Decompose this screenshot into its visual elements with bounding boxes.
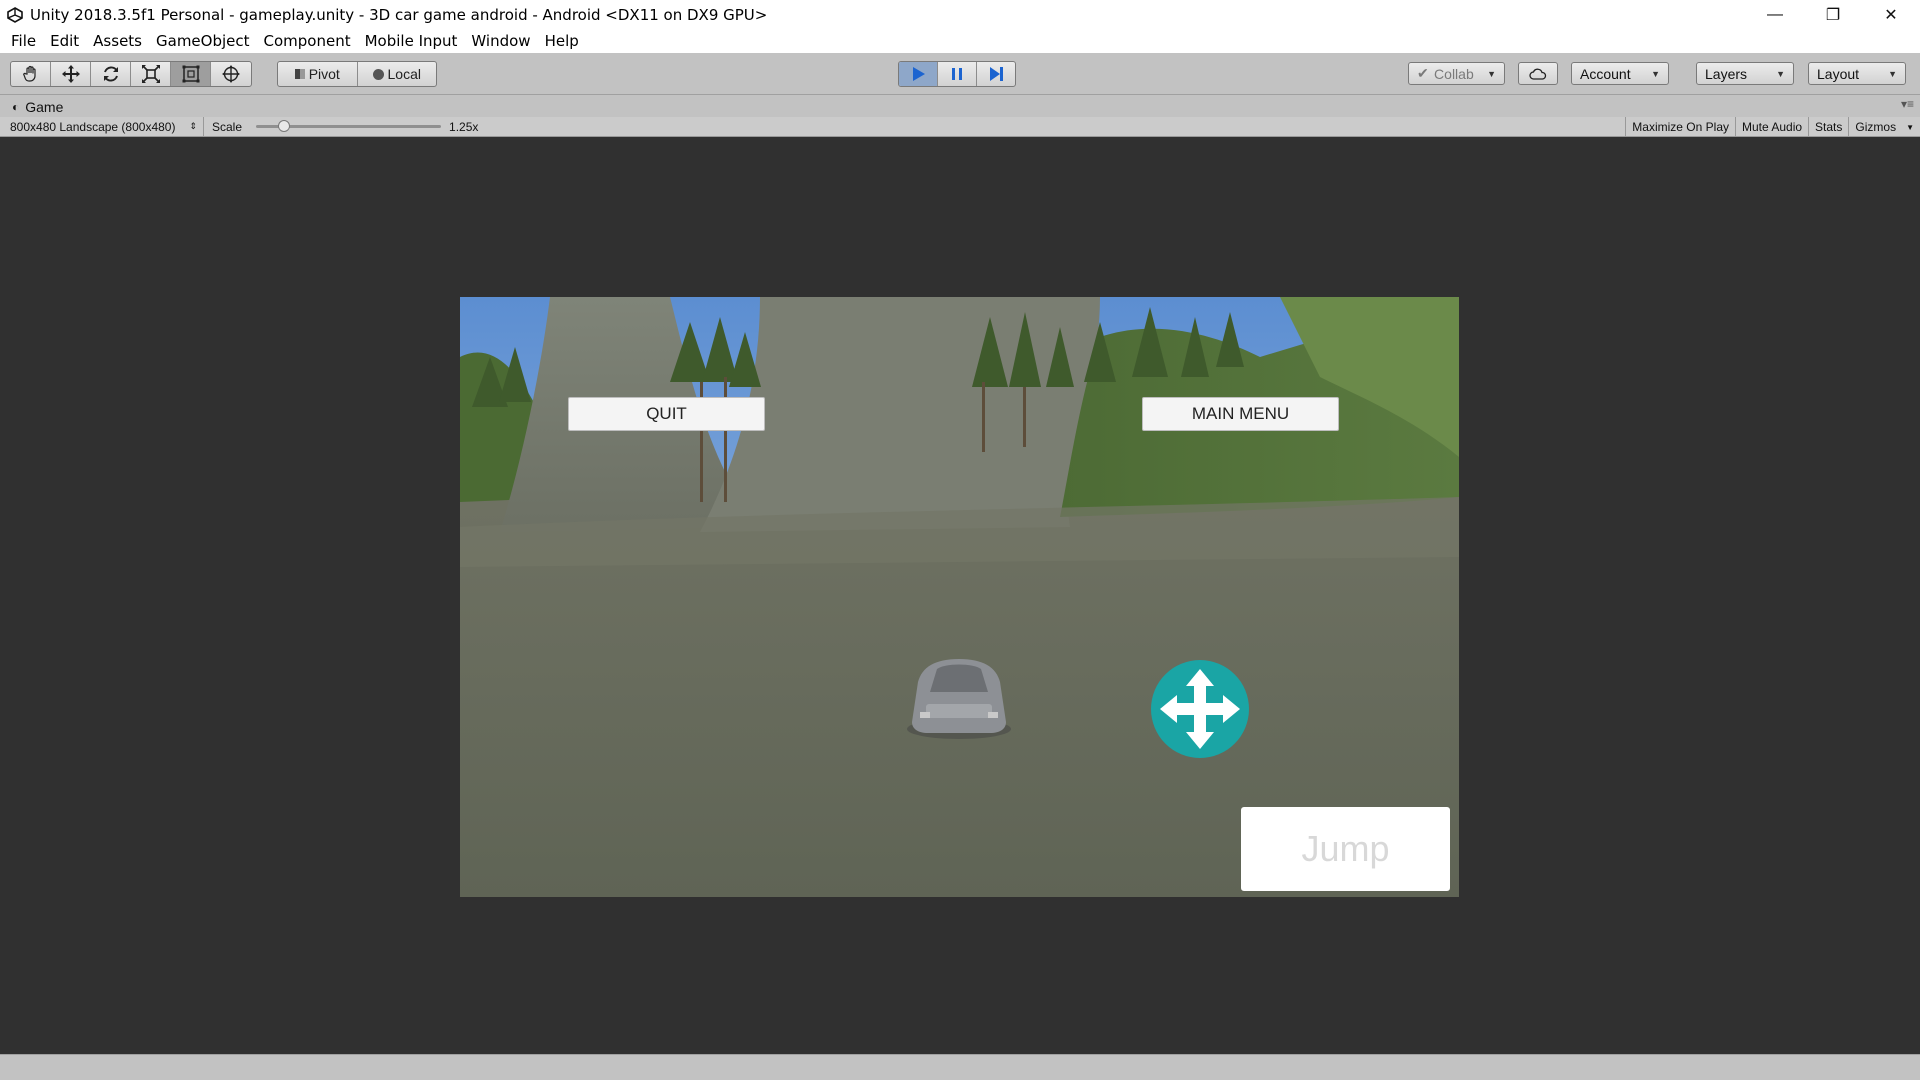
scale-value: 1.25x	[449, 119, 479, 134]
step-button[interactable]	[977, 62, 1015, 86]
maximize-on-play-toggle[interactable]: Maximize On Play	[1625, 117, 1735, 137]
quit-label: QUIT	[646, 404, 687, 423]
rect-tool-icon	[182, 65, 199, 83]
menu-help[interactable]: Help	[538, 32, 586, 50]
restore-button[interactable]: ❐	[1804, 0, 1862, 29]
transform-tools	[10, 61, 252, 87]
mute-audio-toggle[interactable]: Mute Audio	[1735, 117, 1808, 137]
main-menu-label: MAIN MENU	[1191, 404, 1290, 423]
account-dropdown[interactable]: Account ▼	[1571, 62, 1669, 85]
pivot-local-toggles: Pivot Local	[277, 61, 437, 87]
panel-tab-bar: ◐ Game ▾≡	[0, 95, 1920, 117]
chevron-down-icon: ▼	[1906, 122, 1914, 132]
move-icon	[61, 65, 80, 83]
menu-gameobject[interactable]: GameObject	[149, 32, 257, 50]
menu-edit[interactable]: Edit	[43, 32, 86, 50]
main-menu-button[interactable]: MAIN MENU	[1142, 397, 1339, 431]
scale-tool-button[interactable]	[131, 62, 171, 86]
unity-logo-icon	[6, 6, 24, 24]
cloud-button[interactable]	[1518, 62, 1558, 85]
menu-window[interactable]: Window	[464, 32, 537, 50]
chevron-down-icon: ▼	[1487, 68, 1496, 79]
hand-tool-button[interactable]	[11, 62, 51, 86]
game-viewport[interactable]: QUIT MAIN MENU Jump	[460, 297, 1459, 897]
scale-icon	[141, 65, 160, 83]
layers-label: Layers	[1705, 65, 1748, 82]
account-label: Account	[1580, 65, 1631, 82]
pause-icon	[952, 68, 962, 80]
panel-menu-icon[interactable]: ▾≡	[1901, 97, 1914, 111]
status-bar	[0, 1054, 1920, 1080]
chevron-down-icon: ▼	[1776, 68, 1785, 79]
close-button[interactable]: ✕	[1862, 0, 1920, 29]
minimize-button[interactable]: —	[1746, 0, 1804, 29]
layout-label: Layout	[1817, 65, 1860, 82]
scale-slider[interactable]	[256, 120, 442, 132]
gizmos-label: Gizmos	[1855, 120, 1897, 134]
toolbar: Pivot Local ✔ Collab ▼ Account ▼ Layers …	[0, 53, 1920, 95]
step-icon	[989, 67, 1003, 81]
menu-component[interactable]: Component	[257, 32, 358, 50]
window-title: Unity 2018.3.5f1 Personal - gameplay.uni…	[30, 5, 768, 24]
globe-icon	[372, 68, 384, 80]
menu-bar: File Edit Assets GameObject Component Mo…	[0, 29, 1920, 53]
layout-dropdown[interactable]: Layout ▼	[1808, 62, 1906, 85]
scale-slider-thumb[interactable]	[278, 120, 291, 132]
resolution-dropdown[interactable]: 800x480 Landscape (800x480) ⇕	[0, 116, 204, 137]
jump-button[interactable]: Jump	[1241, 807, 1450, 891]
jump-label: Jump	[1301, 828, 1390, 869]
rotate-icon	[103, 66, 118, 82]
tab-game[interactable]: ◐ Game	[4, 96, 154, 117]
scale-label: Scale	[212, 119, 243, 134]
collab-dropdown[interactable]: ✔ Collab ▼	[1408, 62, 1505, 85]
collab-label: Collab	[1434, 65, 1474, 82]
pause-button[interactable]	[938, 62, 977, 86]
chevron-down-icon: ▼	[1651, 68, 1660, 79]
tab-game-label: Game	[25, 98, 64, 115]
joystick-control[interactable]	[1150, 659, 1250, 759]
game-controller-icon: ◐	[12, 99, 20, 114]
playback-controls	[898, 61, 1016, 87]
menu-mobile-input[interactable]: Mobile Input	[358, 32, 465, 50]
four-way-arrow-icon	[1151, 660, 1249, 758]
chevron-down-icon: ▼	[1888, 68, 1897, 79]
menu-file[interactable]: File	[4, 32, 43, 50]
game-view[interactable]: QUIT MAIN MENU Jump	[0, 137, 1920, 1054]
play-icon	[913, 67, 926, 81]
rect-tool-button[interactable]	[171, 62, 211, 86]
layers-dropdown[interactable]: Layers ▼	[1696, 62, 1794, 85]
local-button[interactable]: Local	[358, 62, 437, 86]
hand-icon	[22, 65, 36, 82]
game-view-toolbar: 800x480 Landscape (800x480) ⇕ Scale 1.25…	[0, 116, 1920, 137]
cloud-icon	[1529, 68, 1547, 80]
transform-icon	[222, 65, 240, 83]
updown-icon: ⇕	[189, 121, 197, 131]
pivot-button[interactable]: Pivot	[278, 62, 358, 86]
pivot-icon	[294, 69, 305, 79]
pivot-label: Pivot	[308, 66, 340, 82]
resolution-label: 800x480 Landscape (800x480)	[10, 119, 176, 134]
menu-assets[interactable]: Assets	[86, 32, 149, 50]
quit-button[interactable]: QUIT	[568, 397, 765, 431]
stats-toggle[interactable]: Stats	[1808, 117, 1848, 137]
transform-tool-button[interactable]	[211, 62, 251, 86]
play-button[interactable]	[899, 62, 939, 86]
gizmos-dropdown[interactable]: Gizmos ▼	[1848, 117, 1920, 137]
title-bar: Unity 2018.3.5f1 Personal - gameplay.uni…	[0, 0, 1920, 29]
move-tool-button[interactable]	[51, 62, 91, 86]
rotate-tool-button[interactable]	[91, 62, 131, 86]
local-label: Local	[387, 66, 421, 82]
check-icon: ✔	[1417, 65, 1429, 81]
